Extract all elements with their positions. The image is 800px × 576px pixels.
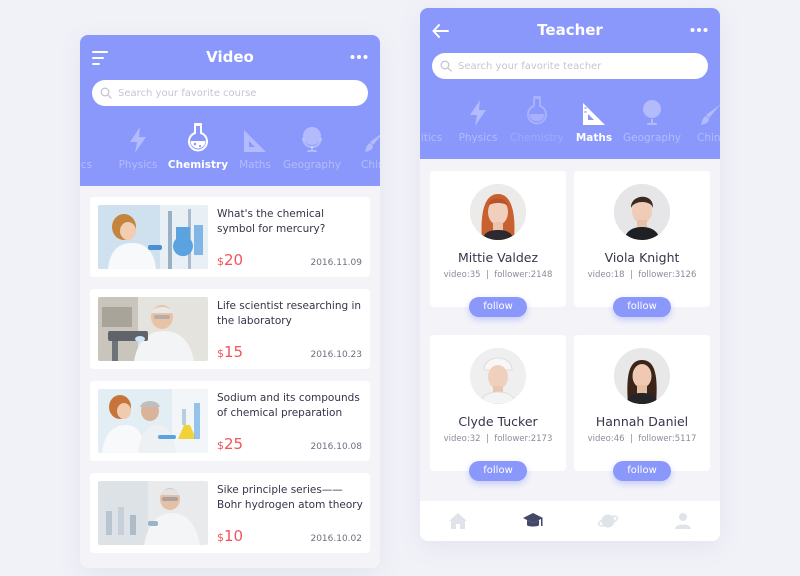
teacher-card[interactable]: Clyde Tucker video:32 | follower:2173 fo… xyxy=(430,335,566,481)
more-dots-icon[interactable] xyxy=(350,49,368,65)
search-bar xyxy=(432,53,708,79)
search-input[interactable] xyxy=(118,87,348,99)
video-date: 2016.11.09 xyxy=(310,258,362,268)
teacher-grid: Mittie Valdez video:35 | follower:2148 f… xyxy=(430,171,710,481)
video-header: Video litics Physics Chemist xyxy=(80,35,380,186)
subject-tab-chinese[interactable]: Chine xyxy=(678,96,720,144)
search-icon xyxy=(440,60,452,72)
subject-tab-chinese[interactable]: Chine xyxy=(342,123,380,171)
subject-tab-geography[interactable]: Geography xyxy=(618,96,686,144)
subject-label: Chine xyxy=(696,132,720,144)
follow-button[interactable]: follow xyxy=(469,461,527,481)
search-bar xyxy=(92,80,368,106)
avatar xyxy=(470,184,526,240)
teacher-name: Viola Knight xyxy=(604,250,680,265)
user-icon[interactable] xyxy=(672,510,694,532)
page-title: Video xyxy=(206,48,254,66)
brush-icon xyxy=(342,123,380,153)
lightning-icon xyxy=(104,123,172,153)
teacher-card[interactable]: Viola Knight video:18 | follower:3126 fo… xyxy=(574,171,710,317)
subject-tab-geography[interactable]: Geography xyxy=(278,123,346,171)
video-title: Life scientist researching in the labora… xyxy=(217,300,362,327)
video-card[interactable]: Life scientist researching in the labora… xyxy=(90,289,370,369)
video-price: $20 xyxy=(217,251,244,269)
teacher-stats: video:35 | follower:2148 xyxy=(443,270,553,280)
teacher-card[interactable]: Mittie Valdez video:35 | follower:2148 f… xyxy=(430,171,566,317)
follow-button[interactable]: follow xyxy=(613,461,671,481)
search-input[interactable] xyxy=(458,60,688,72)
video-title: Sike principle series——Bohr hydrogen ato… xyxy=(217,484,363,511)
avatar xyxy=(614,184,670,240)
lightning-icon xyxy=(444,96,512,126)
globe-icon xyxy=(278,123,346,153)
video-card[interactable]: Sike principle series——Bohr hydrogen ato… xyxy=(90,473,370,553)
video-title: What's the chemical symbol for mercury? xyxy=(217,208,326,235)
subject-label: Geography xyxy=(623,132,681,144)
video-date: 2016.10.08 xyxy=(310,442,362,452)
video-price: $10 xyxy=(217,527,244,545)
teacher-card[interactable]: Hannah Daniel video:46 | follower:5117 f… xyxy=(574,335,710,481)
follow-button[interactable]: follow xyxy=(613,297,671,317)
video-price: $25 xyxy=(217,435,244,453)
video-title: Sodium and its compounds of chemical pre… xyxy=(217,392,360,419)
teacher-stats: video:18 | follower:3126 xyxy=(587,270,697,280)
avatar xyxy=(470,348,526,404)
planet-icon[interactable] xyxy=(597,510,619,532)
subject-label: Chine xyxy=(360,159,380,171)
video-list: What's the chemical symbol for mercury? … xyxy=(90,197,370,565)
page-title: Teacher xyxy=(537,21,603,39)
teacher-name: Mittie Valdez xyxy=(457,250,539,265)
subject-tab-physics[interactable]: Physics xyxy=(444,96,512,144)
brush-icon xyxy=(678,96,720,126)
graduation-cap-icon[interactable] xyxy=(522,510,544,532)
teacher-name: Hannah Daniel xyxy=(595,414,689,429)
video-screen: Video litics Physics Chemist xyxy=(80,35,380,568)
subject-tabs: litics Physics Chemistry Maths xyxy=(80,123,380,179)
avatar xyxy=(614,348,670,404)
follow-button[interactable]: follow xyxy=(469,297,527,317)
globe-icon xyxy=(618,96,686,126)
video-thumbnail xyxy=(98,205,208,269)
search-icon xyxy=(100,87,112,99)
teacher-name: Clyde Tucker xyxy=(458,414,538,429)
subject-label: Geography xyxy=(283,159,341,171)
video-date: 2016.10.02 xyxy=(310,534,362,544)
teacher-stats: video:32 | follower:2173 xyxy=(443,434,553,444)
video-thumbnail xyxy=(98,481,208,545)
video-card[interactable]: What's the chemical symbol for mercury? … xyxy=(90,197,370,277)
teacher-header: Teacher litics Physics Chemi xyxy=(420,8,720,159)
bottom-tab-bar xyxy=(420,501,720,541)
video-thumbnail xyxy=(98,297,208,361)
subject-tabs: litics Physics Chemistry Maths xyxy=(420,96,720,152)
subject-tab-physics[interactable]: Physics xyxy=(104,123,172,171)
video-card[interactable]: Sodium and its compounds of chemical pre… xyxy=(90,381,370,461)
subject-label: Physics xyxy=(118,159,158,171)
video-price: $15 xyxy=(217,343,244,361)
video-thumbnail xyxy=(98,389,208,453)
subject-label: Physics xyxy=(458,132,498,144)
more-dots-icon[interactable] xyxy=(690,22,708,38)
video-date: 2016.10.23 xyxy=(310,350,362,360)
teacher-screen: Teacher litics Physics Chemi xyxy=(420,8,720,541)
teacher-stats: video:46 | follower:5117 xyxy=(587,434,697,444)
home-icon[interactable] xyxy=(447,510,469,532)
